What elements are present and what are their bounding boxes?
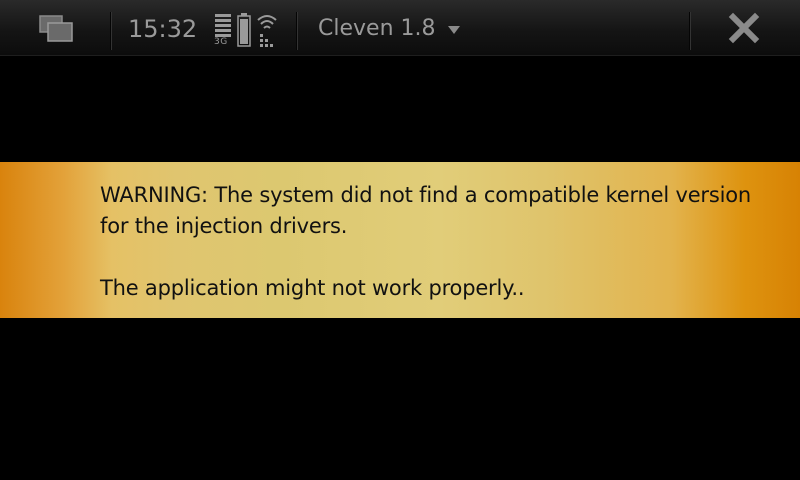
status-bar: 15:32 3G Cleven 1.8 bbox=[0, 0, 800, 56]
close-button[interactable] bbox=[728, 12, 760, 44]
app-title: Cleven 1.8 bbox=[318, 16, 436, 41]
signal-icon bbox=[214, 13, 234, 37]
battery-icon bbox=[237, 13, 251, 47]
warning-message: WARNING: The system did not find a compa… bbox=[100, 180, 760, 304]
status-divider bbox=[110, 12, 111, 50]
wifi-icon bbox=[256, 12, 278, 48]
close-icon bbox=[728, 12, 760, 44]
clock-time: 15:32 bbox=[128, 15, 198, 43]
chevron-down-icon bbox=[447, 26, 460, 34]
warning-line: The application might not work properly.… bbox=[100, 276, 525, 300]
status-divider bbox=[296, 12, 297, 50]
status-divider bbox=[689, 12, 690, 50]
network-type: 3G bbox=[214, 37, 228, 47]
task-switcher-icon[interactable] bbox=[38, 14, 78, 44]
app-title-menu[interactable]: Cleven 1.8 bbox=[318, 14, 460, 44]
warning-line: WARNING: The system did not find a compa… bbox=[100, 183, 751, 238]
